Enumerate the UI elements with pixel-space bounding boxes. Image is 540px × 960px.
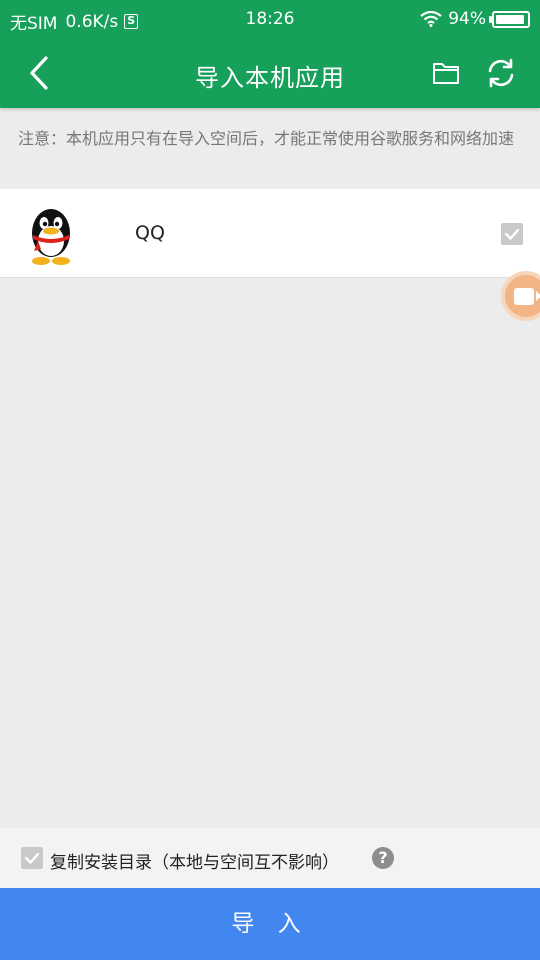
notice-text: 注意：本机应用只有在导入空间后，才能正常使用谷歌服务和网络加速 <box>18 129 515 148</box>
copy-dir-label[interactable]: 复制安装目录（本地与空间互不影响） <box>50 848 339 873</box>
app-list: QQ <box>0 189 540 278</box>
wifi-icon <box>420 11 442 27</box>
folder-icon <box>433 63 459 84</box>
status-right: 94% <box>420 9 530 29</box>
check-icon <box>21 847 43 869</box>
video-camera-icon <box>514 288 540 305</box>
status-bar: 无SIM 0.6K/s S 18:26 94% <box>0 0 540 38</box>
qq-penguin-icon <box>32 209 70 265</box>
copy-dir-checkbox[interactable] <box>21 847 43 869</box>
import-button[interactable]: 导 入 <box>0 888 540 960</box>
title-bar: 导入本机应用 <box>0 38 540 108</box>
refresh-button[interactable] <box>484 56 518 90</box>
app-row-qq[interactable]: QQ <box>0 189 540 278</box>
help-icon[interactable]: ? <box>372 847 394 869</box>
refresh-icon <box>488 58 514 88</box>
battery-icon <box>489 10 530 28</box>
float-record-button[interactable] <box>501 271 540 321</box>
app-name: QQ <box>135 222 165 244</box>
app-screen: 无SIM 0.6K/s S 18:26 94% 导入本机应用 注意：本机应用只有… <box>0 0 540 960</box>
check-icon <box>501 223 523 245</box>
folder-button[interactable] <box>430 58 462 88</box>
bottom-options: 复制安装目录（本地与空间互不影响） ? <box>0 828 540 888</box>
app-qq-checkbox[interactable] <box>501 223 523 245</box>
battery-percent: 94% <box>448 9 486 29</box>
